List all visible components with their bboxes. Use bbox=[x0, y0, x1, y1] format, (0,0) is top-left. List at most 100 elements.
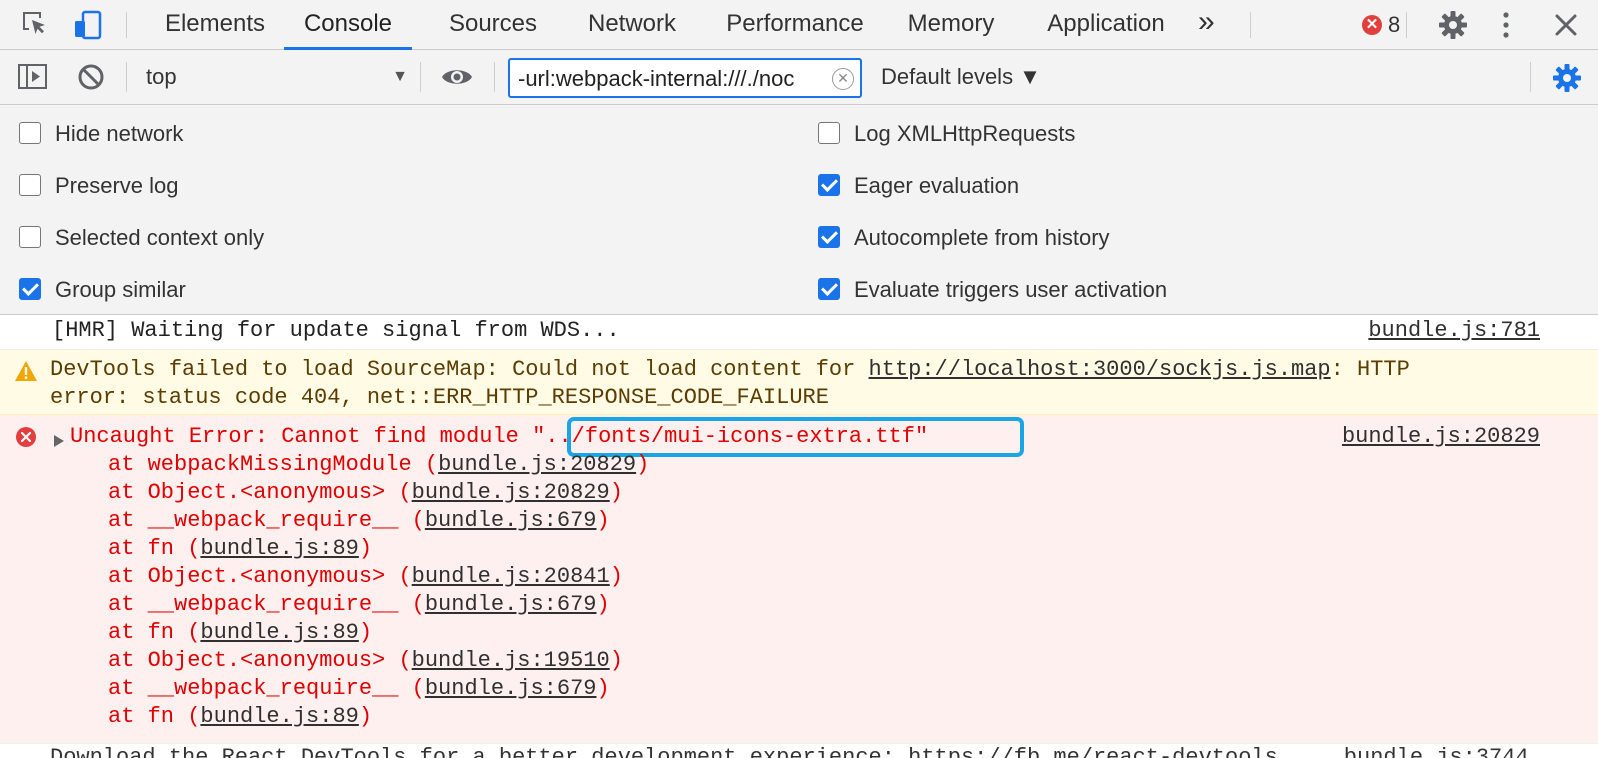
warning-suffix: : HTTP bbox=[1330, 357, 1410, 382]
setting-evaluate-triggers-user-activation[interactable]: Evaluate triggers user activation bbox=[818, 275, 1518, 305]
stack-frame-location-link[interactable]: bundle.js:19510 bbox=[412, 648, 610, 673]
stack-frame-function: at __webpack_require__ ( bbox=[108, 592, 425, 617]
stack-frame-close-paren: ) bbox=[358, 704, 373, 729]
stack-frame: at fn (bundle.js:89) bbox=[108, 703, 372, 731]
warning-line-2: error: status code 404, net::ERR_HTTP_RE… bbox=[50, 385, 829, 410]
error-count: 8 bbox=[1388, 12, 1401, 37]
console-toolbar: top ▼ ✕ Default levels ▼ bbox=[0, 50, 1598, 105]
tabbar-divider bbox=[1250, 12, 1251, 38]
tab-console[interactable]: Console bbox=[284, 0, 412, 50]
expand-triangle-icon[interactable] bbox=[53, 430, 65, 455]
toolbar-divider bbox=[1530, 62, 1531, 92]
log-xmlhttprequests-label: Log XMLHttpRequests bbox=[854, 121, 1076, 146]
selected-context-only-label: Selected context only bbox=[55, 225, 265, 250]
stack-frame: at __webpack_require__ (bundle.js:679) bbox=[108, 591, 610, 619]
stack-frame-location-link[interactable]: bundle.js:679 bbox=[425, 676, 597, 701]
tab-network[interactable]: Network bbox=[581, 0, 683, 50]
console-settings-pane: Hide network Preserve log Selected context… bbox=[0, 105, 1598, 315]
stack-frame-location-link[interactable]: bundle.js:89 bbox=[200, 704, 358, 729]
stack-frame-function: at Object.<anonymous> ( bbox=[108, 480, 412, 505]
stack-frame: at fn (bundle.js:89) bbox=[108, 535, 372, 563]
stack-frame-function: at fn ( bbox=[108, 704, 201, 729]
error-counter[interactable]: ✕ 8 bbox=[1362, 11, 1400, 39]
stack-frame-function: at fn ( bbox=[108, 536, 201, 561]
log-xmlhttprequests-checkbox[interactable] bbox=[818, 122, 840, 144]
filter-field[interactable]: ✕ bbox=[508, 58, 862, 98]
error-source-link[interactable]: bundle.js:20829 bbox=[1342, 423, 1540, 451]
show-sidebar-icon[interactable] bbox=[17, 62, 49, 97]
tabbar-divider bbox=[1406, 12, 1407, 38]
evaluate-triggers-user-activation-label: Evaluate triggers user activation bbox=[854, 277, 1168, 302]
stack-frame: at __webpack_require__ (bundle.js:679) bbox=[108, 507, 610, 535]
more-tabs-button[interactable]: » bbox=[1198, 0, 1215, 50]
hide-network-checkbox[interactable] bbox=[19, 122, 41, 144]
stack-frame-close-paren: ) bbox=[609, 564, 623, 589]
stack-frame-location-link[interactable]: bundle.js:679 bbox=[425, 508, 597, 533]
filter-input[interactable] bbox=[518, 66, 828, 92]
more-options-icon[interactable] bbox=[1500, 9, 1512, 46]
tab-application[interactable]: Application bbox=[1041, 0, 1171, 50]
setting-group-similar[interactable]: Group similar bbox=[19, 275, 719, 305]
device-toolbar-icon[interactable] bbox=[72, 9, 104, 46]
context-selector[interactable]: top ▼ bbox=[146, 60, 408, 94]
inspect-element-icon[interactable] bbox=[20, 9, 50, 44]
hide-network-label: Hide network bbox=[55, 121, 184, 146]
setting-eager-evaluation[interactable]: Eager evaluation bbox=[818, 171, 1518, 201]
clear-filter-icon[interactable]: ✕ bbox=[832, 68, 854, 90]
warning-line-1: DevTools failed to load SourceMap: Could… bbox=[50, 356, 1410, 384]
dropdown-arrow-icon: ▼ bbox=[392, 68, 408, 85]
console-info-message: [HMR] Waiting for update signal from WDS… bbox=[0, 315, 1598, 350]
preserve-log-label: Preserve log bbox=[55, 173, 179, 198]
error-circle-icon bbox=[15, 426, 37, 455]
devtools-tabbar: Elements Console Sources Network Performance… bbox=[0, 0, 1598, 50]
warning-prefix: DevTools failed to load SourceMap: Could… bbox=[50, 357, 869, 382]
stack-frame: at webpackMissingModule (bundle.js:20829… bbox=[108, 451, 649, 479]
stack-frame-close-paren: ) bbox=[596, 508, 610, 533]
tabbar-divider bbox=[126, 12, 127, 38]
stack-frame-location-link[interactable]: bundle.js:20841 bbox=[412, 564, 610, 589]
context-value: top bbox=[146, 64, 177, 89]
stack-frame-location-link[interactable]: bundle.js:89 bbox=[200, 620, 358, 645]
close-icon[interactable] bbox=[1552, 11, 1580, 44]
setting-hide-network[interactable]: Hide network bbox=[19, 119, 719, 149]
error-message-text: Uncaught Error: Cannot find module bbox=[70, 424, 533, 449]
autocomplete-from-history-checkbox[interactable] bbox=[818, 226, 840, 248]
eager-evaluation-checkbox[interactable] bbox=[818, 174, 840, 196]
tab-performance[interactable]: Performance bbox=[719, 0, 871, 50]
console-next-message-partial: Download the React DevTools for a better… bbox=[0, 743, 1598, 758]
toolbar-divider bbox=[494, 62, 495, 92]
log-levels-dropdown[interactable]: Default levels ▼ bbox=[881, 62, 1041, 92]
stack-frame-location-link[interactable]: bundle.js:89 bbox=[200, 536, 358, 561]
tab-sources[interactable]: Sources bbox=[445, 0, 541, 50]
settings-gear-icon[interactable] bbox=[1437, 9, 1469, 46]
setting-selected-context-only[interactable]: Selected context only bbox=[19, 223, 719, 253]
tab-elements[interactable]: Elements bbox=[163, 0, 267, 50]
stack-frame-location-link[interactable]: bundle.js:20829 bbox=[438, 452, 636, 477]
info-source-link[interactable]: bundle.js:781 bbox=[1368, 317, 1540, 345]
toolbar-divider bbox=[420, 62, 421, 92]
error-icon: ✕ bbox=[1362, 15, 1382, 35]
stack-frame-close-paren: ) bbox=[609, 480, 623, 505]
stack-frame-location-link[interactable]: bundle.js:20829 bbox=[412, 480, 610, 505]
warning-url-link[interactable]: http://localhost:3000/sockjs.js.map bbox=[869, 357, 1331, 382]
preserve-log-checkbox[interactable] bbox=[19, 174, 41, 196]
group-similar-checkbox[interactable] bbox=[19, 278, 41, 300]
stack-frame: at Object.<anonymous> (bundle.js:19510) bbox=[108, 647, 623, 675]
setting-log-xmlhttprequests[interactable]: Log XMLHttpRequests bbox=[818, 119, 1518, 149]
console-settings-gear-icon[interactable] bbox=[1551, 62, 1583, 99]
selected-context-only-checkbox[interactable] bbox=[19, 226, 41, 248]
clear-console-icon[interactable] bbox=[77, 63, 105, 96]
stack-frame-function: at __webpack_require__ ( bbox=[108, 508, 425, 533]
setting-autocomplete-from-history[interactable]: Autocomplete from history bbox=[818, 223, 1518, 253]
evaluate-triggers-user-activation-checkbox[interactable] bbox=[818, 278, 840, 300]
live-expression-eye-icon[interactable] bbox=[440, 65, 474, 94]
stack-frame-location-link[interactable]: bundle.js:679 bbox=[425, 592, 597, 617]
stack-frame-close-paren: ) bbox=[609, 648, 623, 673]
stack-frame-function: at Object.<anonymous> ( bbox=[108, 648, 412, 673]
stack-frame-function: at webpackMissingModule ( bbox=[108, 452, 439, 477]
tab-memory[interactable]: Memory bbox=[905, 0, 997, 50]
stack-frame-function: at Object.<anonymous> ( bbox=[108, 564, 412, 589]
stack-frame-close-paren: ) bbox=[596, 676, 610, 701]
next-message-text: Download the React DevTools for a better… bbox=[50, 745, 1529, 758]
setting-preserve-log[interactable]: Preserve log bbox=[19, 171, 719, 201]
